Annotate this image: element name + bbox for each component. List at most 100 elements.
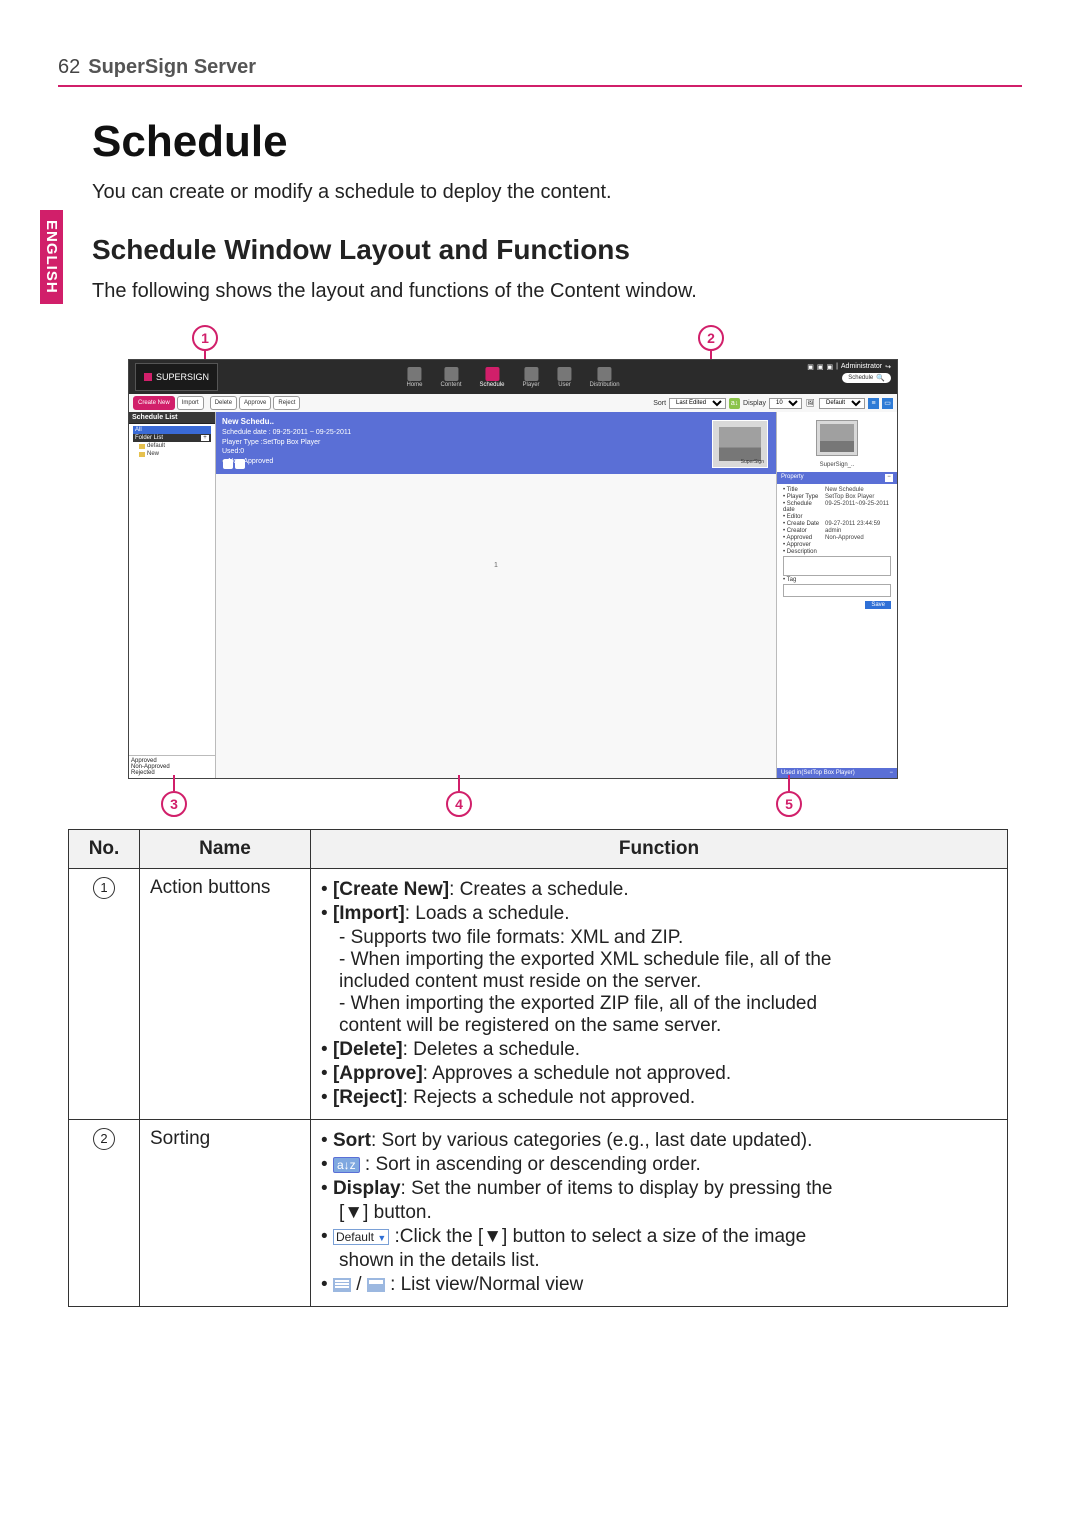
distribution-icon <box>598 367 612 381</box>
app-logo: SUPERSIGN <box>135 363 218 391</box>
sidebar-folder-list[interactable]: Folder List+ <box>133 434 211 442</box>
schedule-sidebar: Schedule List All Folder List+ default N… <box>129 412 216 778</box>
th-name: Name <box>140 830 311 869</box>
sort-order-inline-icon: a↓z <box>333 1157 360 1173</box>
sidebar-new[interactable]: New <box>133 450 211 458</box>
callout-4: 4 <box>446 791 472 817</box>
callout-line <box>458 775 460 791</box>
player-icon <box>524 367 538 381</box>
nav-distribution[interactable]: Distribution <box>590 367 620 388</box>
normalview-icon[interactable]: ▭ <box>882 398 893 409</box>
table-row: 1 Action buttons [Create New]: Creates a… <box>69 869 1008 1120</box>
sidebar-all[interactable]: All <box>133 426 211 434</box>
function-table: No. Name Function 1 Action buttons [Crea… <box>68 829 1008 1307</box>
size-select[interactable]: Default <box>819 398 865 409</box>
page-indicator: 1 <box>494 562 498 569</box>
add-folder-icon[interactable]: + <box>201 435 209 441</box>
row-number: 2 <box>93 1128 115 1150</box>
property-bar: Property− <box>777 472 897 484</box>
sort-select[interactable]: Last Edited <box>669 398 726 409</box>
logo-icon <box>144 373 152 381</box>
display-label: Display <box>743 400 766 407</box>
section-title: Schedule <box>92 117 1022 167</box>
logo-text: SUPERSIGN <box>156 372 209 382</box>
nav-home[interactable]: Home <box>406 367 422 388</box>
th-no: No. <box>69 830 140 869</box>
normalview-inline-icon <box>367 1278 385 1292</box>
row-name: Action buttons <box>140 869 311 1120</box>
header-title: SuperSign Server <box>88 56 256 79</box>
property-pane: SuperSign_.. Property− TitleNew Schedule… <box>776 412 897 778</box>
schedule-main: New Schedu.. Schedule date : 09-25-2011 … <box>216 412 776 778</box>
collapse-icon[interactable]: − <box>889 770 893 776</box>
callout-1: 1 <box>192 325 218 351</box>
page-number: 62 <box>58 56 80 79</box>
delete-button[interactable]: Delete <box>210 396 237 410</box>
nav-content[interactable]: Content <box>440 367 461 388</box>
home-icon <box>407 367 421 381</box>
screenshot-figure: 1 2 SUPERSIGN Home Content Schedule Play… <box>128 325 898 819</box>
property-thumbnail <box>816 420 858 456</box>
nav-player[interactable]: Player <box>523 367 540 388</box>
description-input[interactable] <box>783 556 891 576</box>
schedule-card[interactable]: New Schedu.. Schedule date : 09-25-2011 … <box>216 412 776 474</box>
folder-icon <box>139 444 145 449</box>
section-intro: You can create or modify a schedule to d… <box>92 181 1022 204</box>
collapse-icon[interactable]: − <box>885 474 893 482</box>
search-icon: 🔍 <box>876 374 885 382</box>
sort-label: Sort <box>653 400 666 407</box>
table-header-row: No. Name Function <box>69 830 1008 869</box>
row-function: Sort: Sort by various categories (e.g., … <box>311 1120 1008 1307</box>
logout-icon[interactable]: ↪ <box>885 363 891 371</box>
callout-3: 3 <box>161 791 187 817</box>
size-icon: 🖼 <box>805 398 816 409</box>
app-toolbar: Create New Import Delete Approve Reject … <box>129 394 897 412</box>
app-screenshot: SUPERSIGN Home Content Schedule Player U… <box>128 359 898 779</box>
card-thumbnail: SuperSign <box>712 420 768 468</box>
callout-line <box>173 775 175 791</box>
top-nav: Home Content Schedule Player User Distri… <box>406 367 619 388</box>
size-select-inline: Default ▼ <box>333 1229 389 1245</box>
listview-inline-icon <box>333 1278 351 1292</box>
import-button[interactable]: Import <box>177 396 204 410</box>
save-button[interactable]: Save <box>865 601 891 609</box>
subsection-text: The following shows the layout and funct… <box>92 280 1022 303</box>
folder-icon <box>139 452 145 457</box>
tag-input[interactable] <box>783 584 891 597</box>
callout-2: 2 <box>698 325 724 351</box>
sidebar-status: Approved Non-Approved Rejected <box>129 755 215 778</box>
row-function: [Create New]: Creates a schedule. [Impor… <box>311 869 1008 1120</box>
property-title: SuperSign_.. <box>777 462 897 468</box>
reject-button[interactable]: Reject <box>273 396 300 410</box>
tb-icon[interactable]: ▣ <box>826 363 833 371</box>
property-footer: Used in(SetTop Box Player)− <box>777 768 897 778</box>
listview-icon[interactable]: ≡ <box>868 398 879 409</box>
row-number: 1 <box>93 877 115 899</box>
row-name: Sorting <box>140 1120 311 1307</box>
search-input[interactable]: Schedule🔍 <box>842 373 891 383</box>
user-icon <box>558 367 572 381</box>
app-topbar: SUPERSIGN Home Content Schedule Player U… <box>129 360 897 394</box>
callout-5: 5 <box>776 791 802 817</box>
approve-button[interactable]: Approve <box>239 396 271 410</box>
callout-line <box>788 775 790 791</box>
display-select[interactable]: 10 <box>769 398 802 409</box>
content-icon <box>444 367 458 381</box>
tb-icon[interactable]: ▣ <box>817 363 824 371</box>
nav-user[interactable]: User <box>558 367 572 388</box>
page-header: 62 SuperSign Server <box>58 56 1022 87</box>
tb-icon[interactable]: ▣ <box>807 363 814 371</box>
card-title: New Schedu.. <box>222 417 274 426</box>
card-action-icon[interactable] <box>223 459 233 469</box>
sort-order-icon[interactable]: a↓ <box>729 398 740 409</box>
card-action-icon[interactable] <box>235 459 245 469</box>
schedule-icon <box>485 367 499 381</box>
subsection-title: Schedule Window Layout and Functions <box>92 234 1022 266</box>
sidebar-header: Schedule List <box>129 412 215 424</box>
nav-schedule[interactable]: Schedule <box>479 367 504 388</box>
admin-label: Administrator <box>841 363 882 371</box>
table-row: 2 Sorting Sort: Sort by various categori… <box>69 1120 1008 1307</box>
sidebar-default[interactable]: default <box>133 442 211 450</box>
th-function: Function <box>311 830 1008 869</box>
create-new-button[interactable]: Create New <box>133 396 175 410</box>
